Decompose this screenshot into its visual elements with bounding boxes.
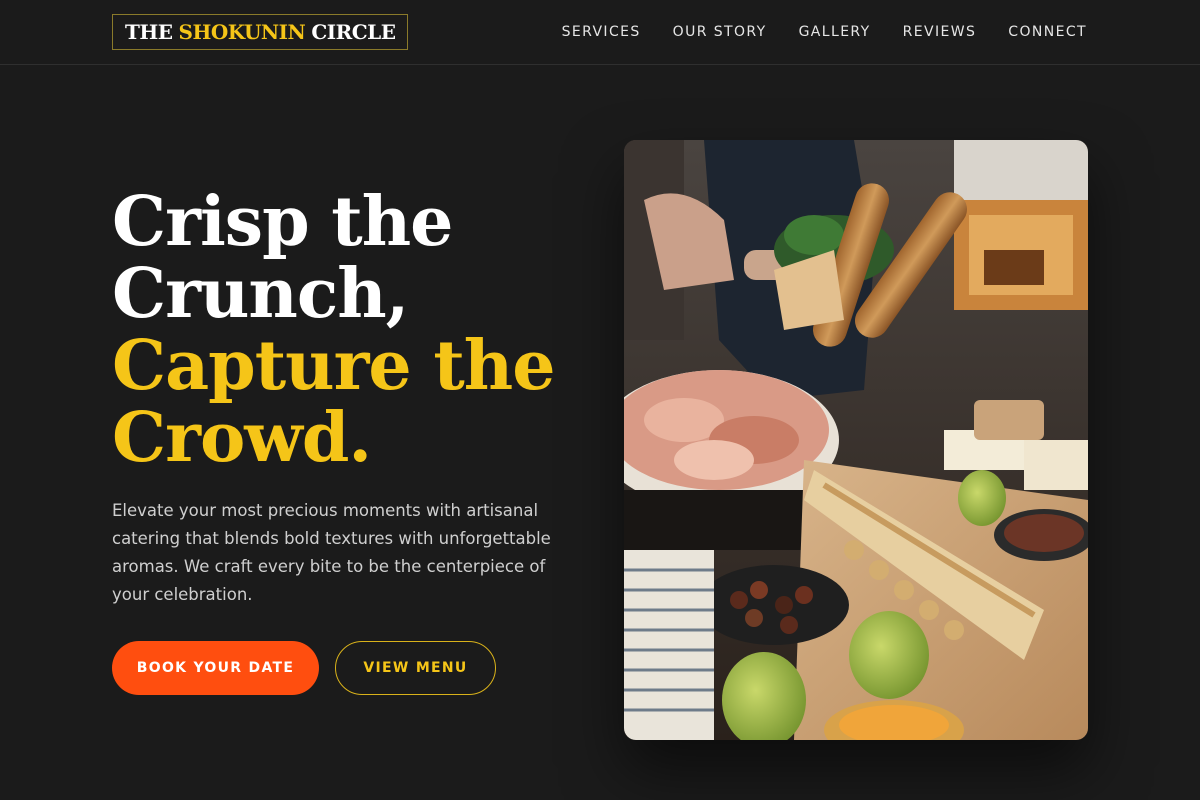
brand-logo[interactable]: THE SHOKUNIN CIRCLE [112,14,409,50]
landing-page: THE SHOKUNIN CIRCLE SERVICES OUR STORY G… [0,0,1200,800]
main-nav: SERVICES OUR STORY GALLERY REVIEWS CONNE… [562,0,1087,64]
hero-headline: Crisp the Crunch, Capture the Crowd. [112,186,582,474]
view-menu-button[interactable]: VIEW MENU [335,641,496,695]
headline-line-4: Crowd. [112,398,372,478]
nav-item-reviews[interactable]: REVIEWS [903,24,977,40]
nav-item-services[interactable]: SERVICES [562,24,641,40]
nav-item-gallery[interactable]: GALLERY [799,24,871,40]
nav-item-connect[interactable]: CONNECT [1008,24,1087,40]
catering-photo [624,140,1088,740]
catering-photo-illustration [624,140,1088,740]
logo-word-shokunin: SHOKUNIN [178,20,306,44]
logo-word-the: THE [125,20,173,44]
logo-word-circle: CIRCLE [311,20,396,44]
book-your-date-button[interactable]: BOOK YOUR DATE [112,641,319,695]
headline-line-3: Capture the [112,326,555,406]
headline-line-1: Crisp the [112,182,453,262]
nav-item-our-story[interactable]: OUR STORY [673,24,767,40]
headline-line-2: Crunch, [112,254,409,334]
hero-description: Elevate your most precious moments with … [112,501,551,604]
site-header: THE SHOKUNIN CIRCLE SERVICES OUR STORY G… [0,0,1200,65]
